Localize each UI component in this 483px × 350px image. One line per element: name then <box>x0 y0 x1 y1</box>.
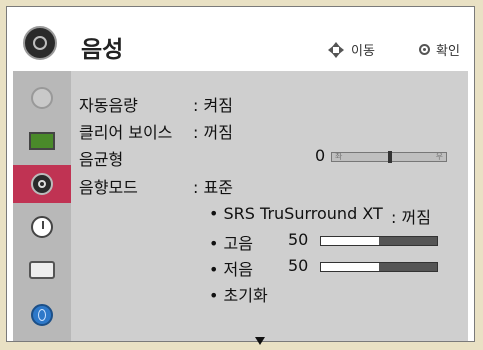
balance-slider-knob[interactable] <box>388 151 392 163</box>
osd-window: 음성 이동 확인 자동음량: 켜짐 클리어 보이스: 꺼짐 음균형 0 좌 … <box>6 6 475 345</box>
clear-voice-value: : 꺼짐 <box>193 123 233 142</box>
bass-slider-fill <box>321 263 379 271</box>
globe-icon <box>31 304 53 326</box>
treble-label: • 고음 <box>209 234 253 253</box>
balance-label: 음균형 <box>79 150 124 169</box>
header: 음성 이동 확인 <box>7 7 474 71</box>
page-title: 음성 <box>81 37 124 63</box>
clear-voice-label: 클리어 보이스 <box>79 123 173 142</box>
sidebar-item-network[interactable] <box>13 296 71 334</box>
confirm-label: 확인 <box>436 44 460 59</box>
sidebar-item-time[interactable] <box>13 208 71 246</box>
bass-slider[interactable] <box>320 262 438 272</box>
submenu-item-bass[interactable]: • 저음 50 <box>209 256 459 279</box>
submenu-item-treble[interactable]: • 고음 50 <box>209 230 459 253</box>
tv-picture-icon <box>29 132 55 150</box>
sidebar <box>13 71 71 341</box>
auto-volume-value: : 켜짐 <box>193 96 233 115</box>
bass-value: 50 <box>288 256 309 275</box>
sidebar-item-setup[interactable] <box>13 251 71 289</box>
speaker-icon <box>23 26 57 60</box>
settings-panel: 자동음량 : 켜짐 클리어 보이스 : 꺼짐 음균형 0 좌 우 음향모드 : … <box>13 71 468 345</box>
scroll-down-arrow-icon[interactable] <box>255 337 265 345</box>
speaker-icon <box>31 173 53 195</box>
toolbox-icon <box>29 261 55 279</box>
sidebar-item-audio[interactable] <box>13 165 71 203</box>
move-label: 이동 <box>351 44 375 59</box>
balance-slider[interactable]: 좌 우 <box>331 151 447 163</box>
treble-slider[interactable] <box>320 236 438 246</box>
sound-mode-label: 음향모드 <box>79 178 138 197</box>
auto-volume-label: 자동음량 <box>79 96 138 115</box>
treble-value: 50 <box>288 230 309 249</box>
balance-left-label: 좌 <box>335 152 343 161</box>
srs-value: : 꺼짐 <box>391 208 431 227</box>
srs-label: • SRS TruSurround XT <box>209 204 383 223</box>
balance-value: 0 <box>315 146 326 165</box>
bass-label: • 저음 <box>209 260 253 279</box>
reset-label: • 초기화 <box>209 286 268 305</box>
dpad-icon <box>327 41 345 59</box>
move-hint: 이동 <box>327 40 375 59</box>
sidebar-item-picture[interactable] <box>13 122 71 160</box>
sidebar-item-channel[interactable] <box>13 79 71 117</box>
balance-right-label: 우 <box>435 152 443 161</box>
ok-icon <box>419 44 430 55</box>
menu-item-balance[interactable]: 음균형 0 좌 우 <box>79 146 459 169</box>
sound-mode-value: : 표준 <box>193 178 233 197</box>
satellite-icon <box>31 87 53 109</box>
confirm-hint: 확인 <box>419 40 460 59</box>
treble-slider-fill <box>321 237 379 245</box>
clock-icon <box>31 216 53 238</box>
